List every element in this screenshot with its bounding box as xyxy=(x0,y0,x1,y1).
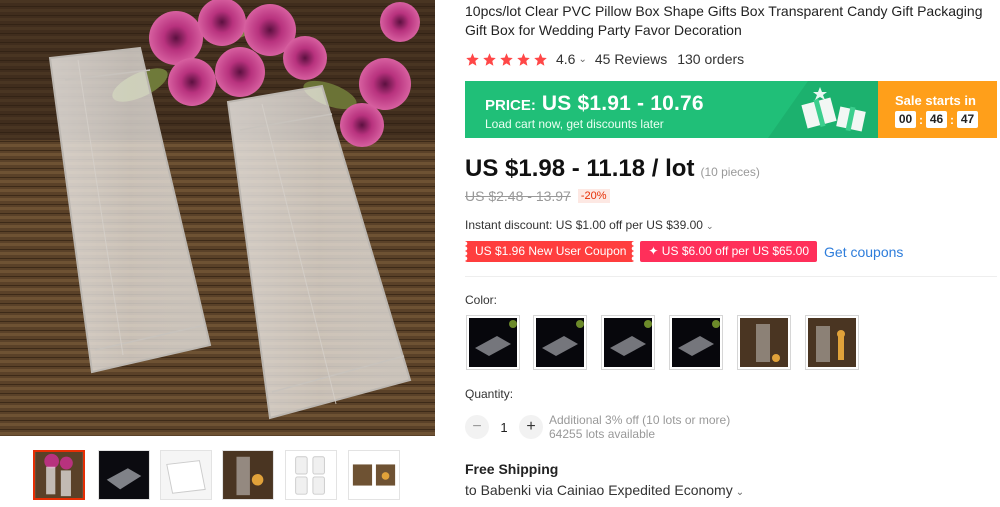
countdown-timer: 00 : 46 : 47 xyxy=(895,111,997,128)
new-user-coupon[interactable]: US $1.96 New User Coupon xyxy=(465,241,635,262)
color-swatch-1[interactable] xyxy=(466,315,520,370)
color-label: Color: xyxy=(465,293,498,307)
instant-discount[interactable]: Instant discount: US $1.00 off per US $3… xyxy=(465,218,713,232)
thumbnail-wood-pair[interactable] xyxy=(348,450,400,500)
promo-price: US $1.91 - 10.76 xyxy=(541,92,704,115)
thumbnail-four-boxes[interactable] xyxy=(285,450,337,500)
color-swatch-6[interactable] xyxy=(805,315,859,370)
black-box-swatch-icon xyxy=(536,318,584,367)
original-price-row: US $2.48 - 13.97 -20% xyxy=(465,188,610,204)
star-icon xyxy=(483,52,496,66)
star-icon xyxy=(517,52,530,66)
star-icon xyxy=(500,52,513,66)
black-box-swatch-icon xyxy=(604,318,652,367)
reviews-link[interactable]: 45 Reviews xyxy=(595,51,667,67)
quantity-decrease-button[interactable]: − xyxy=(465,415,489,439)
countdown-minutes: 46 xyxy=(926,111,947,128)
promo-price-label: PRICE: xyxy=(485,97,536,114)
product-title: 10pcs/lot Clear PVC Pillow Box Shape Gif… xyxy=(465,3,983,38)
wood-box-giraffe-swatch-icon xyxy=(808,318,856,367)
coupon-row: US $1.96 New User Coupon ✦ US $6.00 off … xyxy=(465,241,903,262)
wood-box-swatch-icon xyxy=(740,318,788,367)
thumbnail-wood-box[interactable] xyxy=(222,450,274,500)
countdown-hours: 00 xyxy=(895,111,916,128)
chevron-down-icon: ⌄ xyxy=(735,487,745,498)
pieces-per-lot: (10 pieces) xyxy=(700,165,760,179)
shipping-title: Free Shipping xyxy=(465,461,559,477)
rating-row: 4.6 ⌄ 45 Reviews 130 orders xyxy=(465,49,744,69)
quantity-info: Additional 3% off (10 lots or more) 6425… xyxy=(549,413,730,441)
thumbnail-black-box[interactable] xyxy=(98,450,150,500)
original-price: US $2.48 - 13.97 xyxy=(465,188,571,204)
orders-count: 130 orders xyxy=(677,51,745,67)
color-swatch-4[interactable] xyxy=(669,315,723,370)
color-swatch-5[interactable] xyxy=(737,315,791,370)
divider xyxy=(465,276,997,277)
black-box-swatch-icon xyxy=(469,318,517,367)
countdown-seconds: 47 xyxy=(957,111,978,128)
quantity-increase-button[interactable]: + xyxy=(519,415,543,439)
stock-available-text: 64255 lots available xyxy=(549,427,656,441)
shipping-method-text: to Babenki via Cainiao Expedited Economy xyxy=(465,482,733,498)
black-box-swatch-icon xyxy=(672,318,720,367)
shipping-method[interactable]: to Babenki via Cainiao Expedited Economy… xyxy=(465,482,744,498)
color-swatch-3[interactable] xyxy=(601,315,655,370)
thumbnail-roses-boxes[interactable] xyxy=(33,450,85,500)
thumbnail-pillow-box[interactable] xyxy=(160,450,212,500)
sale-label: Sale starts in xyxy=(895,93,976,108)
promo-banner: PRICE: US $1.91 - 10.76 Load cart now, g… xyxy=(465,81,997,138)
price-value: US $1.98 - 11.18 / lot xyxy=(465,155,695,182)
discount-badge: -20% xyxy=(577,189,610,203)
quantity-input[interactable]: 1 xyxy=(489,420,519,435)
color-swatch-2[interactable] xyxy=(533,315,587,370)
star-icon xyxy=(466,52,479,66)
get-coupons-link[interactable]: Get coupons xyxy=(824,244,903,260)
gift-box-icon xyxy=(768,81,878,138)
chevron-down-icon[interactable]: ⌄ xyxy=(578,54,586,65)
instant-discount-text: Instant discount: US $1.00 off per US $3… xyxy=(465,218,703,232)
quantity-stepper: − 1 + Additional 3% off (10 lots or more… xyxy=(465,413,730,441)
star-icon xyxy=(534,52,547,66)
sale-countdown-panel: Sale starts in 00 : 46 : 47 xyxy=(878,81,997,138)
rating-value[interactable]: 4.6 xyxy=(556,51,575,67)
bulk-discount-text: Additional 3% off (10 lots or more) xyxy=(549,413,731,427)
quantity-label: Quantity: xyxy=(465,387,514,401)
promo-price-panel: PRICE: US $1.91 - 10.76 Load cart now, g… xyxy=(465,81,878,138)
store-coupon[interactable]: ✦ US $6.00 off per US $65.00 xyxy=(640,241,818,262)
current-price: US $1.98 - 11.18 / lot (10 pieces) xyxy=(465,155,760,183)
chevron-down-icon: ⌄ xyxy=(705,221,714,231)
star-rating xyxy=(465,52,548,67)
main-product-image[interactable] xyxy=(0,0,435,436)
